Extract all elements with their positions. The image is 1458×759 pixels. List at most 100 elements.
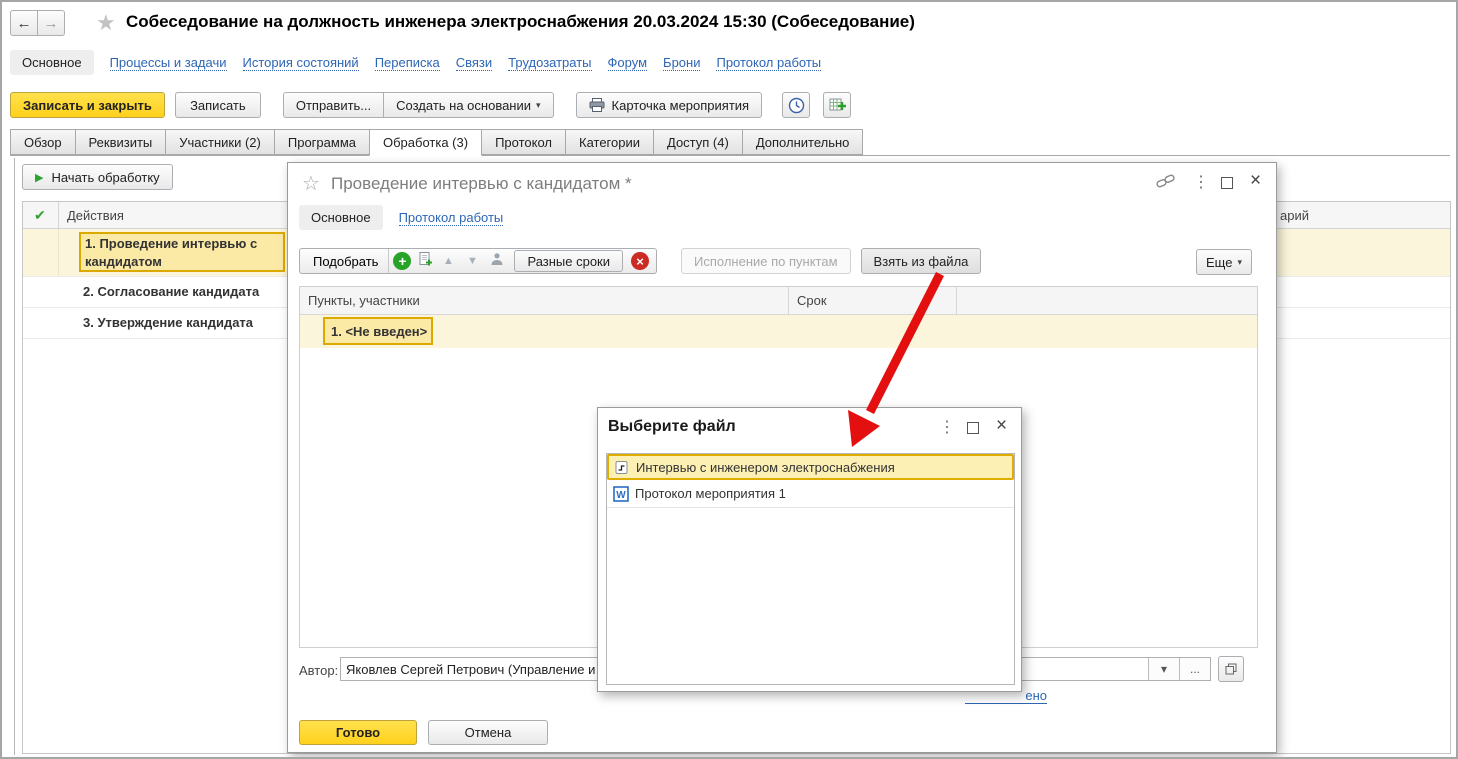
file-dialog-title: Выберите файл — [608, 418, 736, 435]
check-icon: ✔ — [34, 207, 46, 223]
file-list: Интервью с инженером электроснабжения W … — [606, 453, 1015, 685]
nav-item-bookings[interactable]: Брони — [663, 55, 701, 71]
nav-item-history[interactable]: История состояний — [242, 55, 359, 71]
author-dropdown-button[interactable]: ▾ — [1148, 658, 1179, 680]
maximize-icon[interactable] — [967, 422, 979, 434]
maximize-icon[interactable] — [1221, 177, 1233, 189]
favorite-star-outline-icon[interactable]: ☆ — [302, 171, 320, 196]
action-cell: 3. Утверждение кандидата — [83, 315, 254, 330]
start-processing-label: Начать обработку — [51, 169, 160, 185]
save-and-close-button[interactable]: Записать и закрыть — [10, 92, 165, 118]
delete-icon[interactable]: × — [631, 252, 650, 270]
word-file-icon: W — [613, 485, 629, 502]
event-card-label: Карточка мероприятия — [611, 97, 750, 113]
file-select-dialog: Выберите файл ⋮ × Интервью с инженером э… — [597, 407, 1022, 692]
different-terms-button[interactable]: Разные сроки — [514, 250, 624, 272]
item-cell-selected[interactable]: 1. <Не введен> — [323, 317, 433, 345]
open-window-icon — [1225, 663, 1237, 675]
back-icon: ← — [16, 14, 32, 32]
action-cell: 2. Согласование кандидата — [83, 284, 260, 299]
items-table-header: Пункты, участники Срок — [300, 287, 1257, 315]
clock-icon — [788, 97, 804, 113]
more-button[interactable]: Еще ▾ — [1196, 249, 1252, 275]
nav-item-worklog[interactable]: Протокол работы — [716, 55, 822, 71]
create-based-on-label: Создать на основании — [396, 97, 532, 113]
dialog-nav-worklog[interactable]: Протокол работы — [398, 210, 504, 226]
take-from-file-button[interactable]: Взять из файла — [860, 248, 982, 274]
nav-item-labor[interactable]: Трудозатраты — [508, 55, 592, 71]
back-button[interactable]: ← — [10, 10, 38, 36]
nav-item-processes[interactable]: Процессы и задачи — [109, 55, 227, 71]
cancel-button[interactable]: Отмена — [428, 720, 548, 745]
event-card-button[interactable]: Карточка мероприятия — [575, 92, 763, 118]
favorite-star-icon[interactable]: ★ — [96, 10, 116, 36]
dialog-nav-osnovnoe[interactable]: Основное — [299, 205, 383, 230]
add-item-icon[interactable] — [418, 251, 433, 271]
copy-link-icon[interactable] — [1156, 173, 1176, 194]
close-icon[interactable]: × — [1250, 170, 1261, 192]
move-up-icon[interactable]: ▲ — [436, 255, 460, 267]
nav-item-links[interactable]: Связи — [455, 55, 493, 71]
tab-uchastniki[interactable]: Участники (2) — [165, 129, 275, 155]
open-author-button[interactable] — [1218, 656, 1244, 682]
ellipsis-icon: ... — [1189, 662, 1200, 676]
actions-column-header[interactable]: Действия — [67, 208, 124, 223]
more-menu-icon[interactable]: ⋮ — [1193, 175, 1209, 191]
list-item[interactable]: W Протокол мероприятия 1 — [607, 480, 1014, 508]
list-item[interactable]: Интервью с инженером электроснабжения — [607, 454, 1014, 480]
forward-icon: → — [43, 14, 59, 32]
dialog-title: Проведение интервью с кандидатом * — [331, 174, 632, 193]
table-plus-icon — [829, 98, 846, 111]
send-button[interactable]: Отправить... — [282, 92, 385, 118]
more-menu-icon[interactable]: ⋮ — [939, 420, 955, 436]
create-based-on-button[interactable]: Создать на основании ▾ — [383, 92, 554, 118]
participant-icon[interactable] — [490, 252, 504, 271]
add-icon[interactable]: + — [393, 252, 412, 270]
play-icon: ▶ — [35, 171, 44, 184]
main-nav: Основное Процессы и задачи История состо… — [10, 50, 822, 75]
move-down-icon[interactable]: ▼ — [460, 255, 484, 267]
add-to-list-button[interactable] — [823, 92, 852, 118]
reminder-button[interactable] — [782, 92, 811, 118]
splitter[interactable] — [14, 158, 15, 755]
document-tabs: Обзор Реквизиты Участники (2) Программа … — [10, 128, 1450, 156]
page-title: Собеседование на должность инженера элек… — [126, 12, 915, 31]
action-cell-selected[interactable]: 1. Проведение интервью с кандидатом — [79, 232, 285, 272]
more-button-label: Еще — [1206, 254, 1233, 270]
text-file-icon — [614, 460, 629, 475]
tab-programma[interactable]: Программа — [273, 129, 370, 155]
execution-by-items-button[interactable]: Исполнение по пунктам — [681, 248, 851, 274]
pick-button[interactable]: Подобрать — [303, 249, 390, 273]
close-icon[interactable]: × — [996, 415, 1007, 437]
nav-item-forum[interactable]: Форум — [607, 55, 648, 71]
file-name: Интервью с инженером электроснабжения — [636, 459, 895, 475]
chevron-down-icon: ▾ — [1237, 256, 1242, 267]
printer-icon — [589, 98, 605, 112]
forward-button[interactable]: → — [37, 10, 65, 36]
dialog-nav: Основное Протокол работы — [299, 205, 504, 230]
comment-column-header-partial[interactable]: арий — [1280, 208, 1309, 223]
author-label: Автор: — [299, 663, 339, 678]
item-row[interactable]: 1. <Не введен> — [300, 315, 1257, 348]
tab-kategorii[interactable]: Категории — [565, 129, 654, 155]
chevron-down-icon: ▾ — [536, 99, 541, 110]
nav-item-osnovnoe[interactable]: Основное — [10, 50, 94, 75]
tab-obrabotka[interactable]: Обработка (3) — [369, 129, 483, 156]
author-browse-button[interactable]: ... — [1179, 658, 1210, 680]
tab-obzor[interactable]: Обзор — [10, 129, 76, 155]
save-button[interactable]: Записать — [174, 92, 261, 118]
items-column-header[interactable]: Пункты, участники — [308, 293, 420, 308]
tab-rekvizity[interactable]: Реквизиты — [74, 129, 167, 155]
start-processing-button[interactable]: ▶ Начать обработку — [22, 164, 173, 190]
app-window: ← → ★ Собеседование на должность инженер… — [0, 0, 1458, 759]
chevron-down-icon: ▾ — [1160, 662, 1168, 676]
term-column-header[interactable]: Срок — [797, 293, 827, 308]
tab-dopolnitelno[interactable]: Дополнительно — [741, 129, 864, 155]
toolbar-group: Подобрать + ▲ ▼ Разные сроки × — [299, 248, 658, 274]
history-nav: ← → — [10, 10, 65, 36]
done-button[interactable]: Готово — [299, 720, 417, 745]
tab-protokol[interactable]: Протокол — [481, 129, 566, 155]
file-name: Протокол мероприятия 1 — [635, 486, 786, 501]
nav-item-correspondence[interactable]: Переписка — [374, 55, 440, 71]
tab-dostup[interactable]: Доступ (4) — [653, 129, 743, 155]
